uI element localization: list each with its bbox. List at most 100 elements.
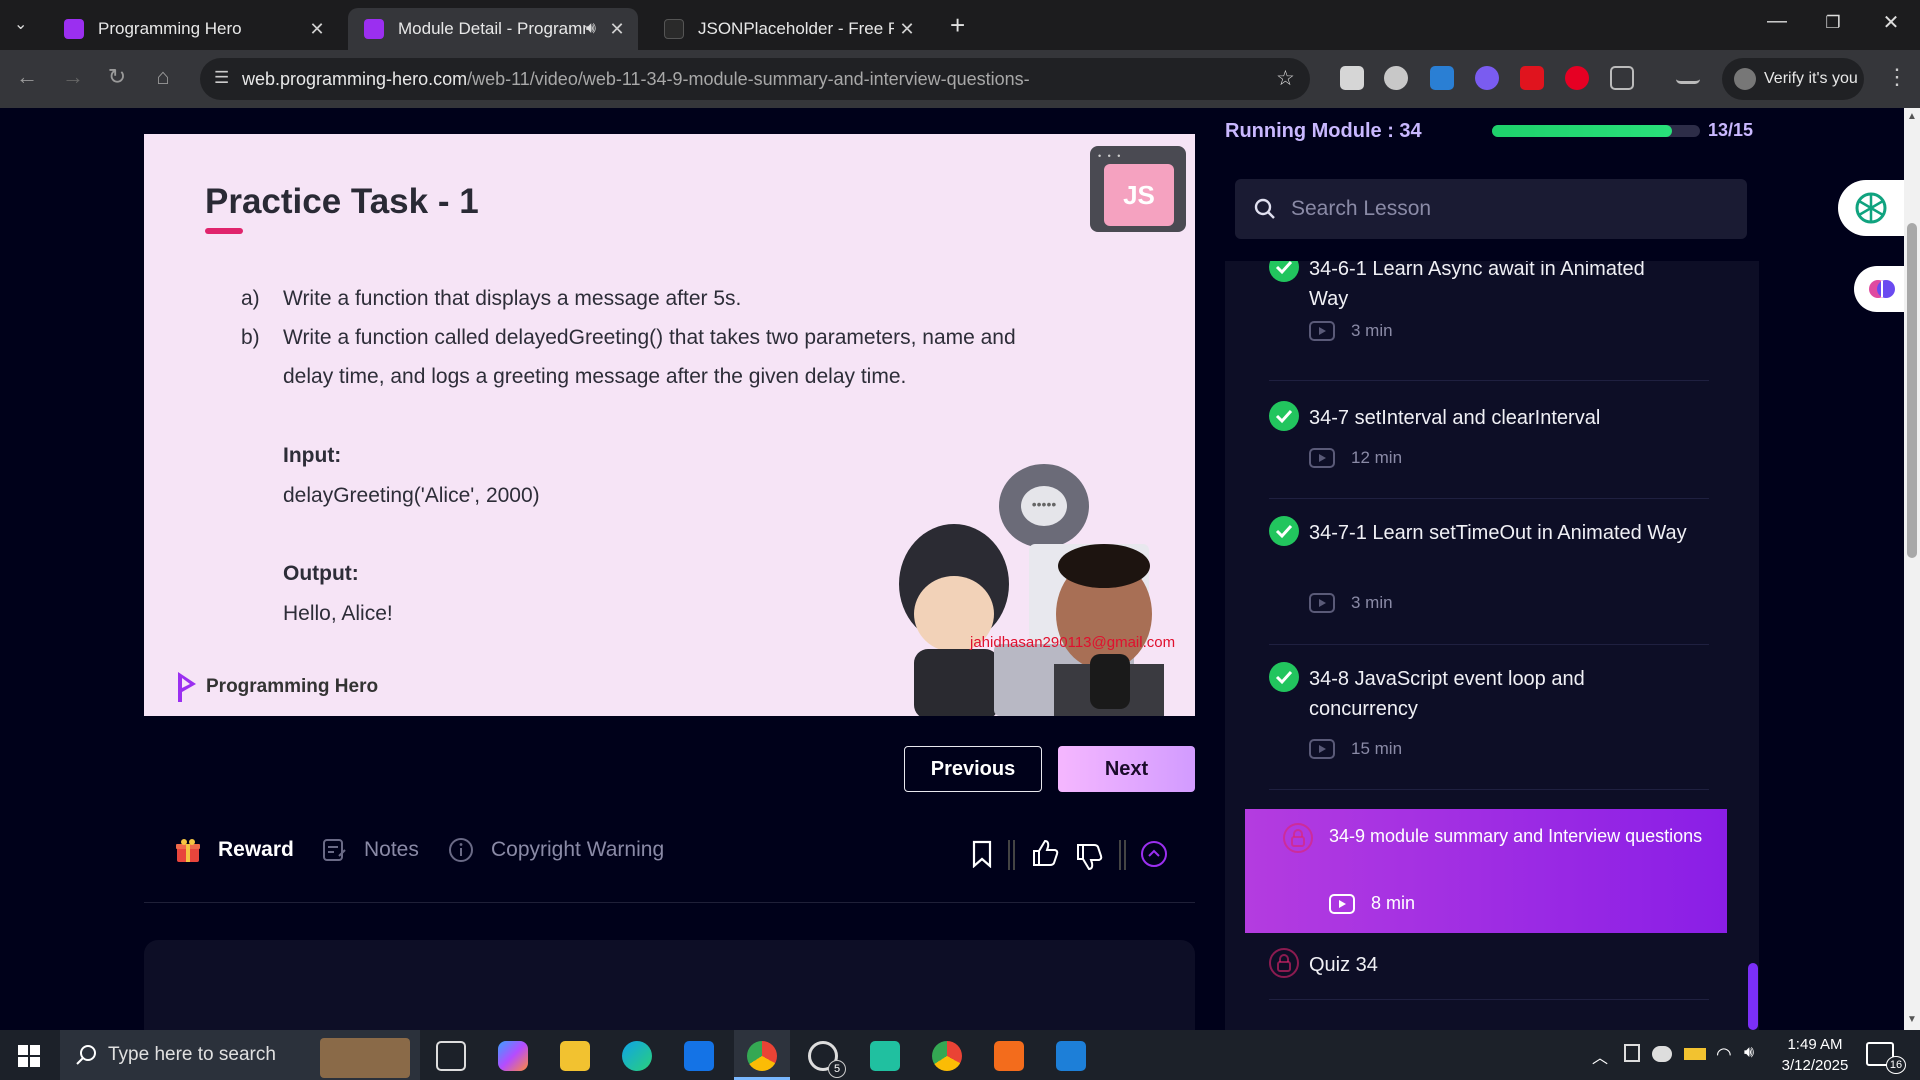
address-bar[interactable]: ☰ web.programming-hero.com/web-11/video/… xyxy=(200,58,1310,100)
lesson-item[interactable]: 34-8 JavaScript event loop and concurren… xyxy=(1269,662,1709,772)
thumbs-up-icon[interactable] xyxy=(1030,838,1060,868)
chatgpt-icon xyxy=(1855,192,1887,224)
restore-button[interactable]: ❐ xyxy=(1808,13,1858,33)
notification-count-badge: 16 xyxy=(1886,1056,1906,1074)
close-tab-icon[interactable]: ✕ xyxy=(604,19,630,40)
copyright-warning-button[interactable]: Copyright Warning xyxy=(447,836,664,864)
search-icon xyxy=(1254,198,1275,219)
input-label: Input: xyxy=(283,444,342,467)
next-button[interactable]: Next xyxy=(1058,746,1195,792)
extension-icon[interactable] xyxy=(1430,66,1454,90)
video-icon xyxy=(1329,893,1355,914)
title-underline xyxy=(205,228,243,234)
tab-programming-hero[interactable]: Programming Hero ✕ xyxy=(48,8,338,50)
lesson-action-bar: Reward Notes Copyright Warning xyxy=(144,828,1195,876)
new-tab-button[interactable]: + xyxy=(950,10,965,41)
module-progress-bar xyxy=(1492,125,1700,137)
lesson-search xyxy=(1235,179,1747,239)
completed-check-icon xyxy=(1269,261,1299,282)
lesson-list-scrollbar[interactable] xyxy=(1748,963,1758,1030)
thumbs-down-icon[interactable] xyxy=(1074,842,1104,872)
video-icon xyxy=(1309,739,1335,759)
lesson-item[interactable]: 34-7-1 Learn setTimeOut in Animated Way … xyxy=(1269,516,1709,626)
scrollbar-thumb[interactable] xyxy=(1907,223,1917,558)
tray-chevron-icon[interactable]: ︿ xyxy=(1592,1044,1608,1068)
list-divider xyxy=(1269,380,1709,381)
reward-button[interactable]: Reward xyxy=(174,836,294,864)
profile-button[interactable]: Verify it's you xyxy=(1722,58,1864,100)
forward-icon[interactable]: → xyxy=(58,64,88,90)
onedrive-icon[interactable] xyxy=(1652,1046,1672,1062)
reload-icon[interactable]: ↻ xyxy=(102,64,132,90)
vscode-icon[interactable] xyxy=(1056,1041,1086,1071)
media-control-icon[interactable] xyxy=(1676,66,1700,84)
lesson-item-quiz[interactable]: Quiz 34 xyxy=(1269,948,1709,988)
site-info-icon[interactable]: ☰ xyxy=(214,68,229,88)
volume-icon[interactable]: 🔊︎ xyxy=(1744,1044,1754,1062)
copilot-icon[interactable] xyxy=(498,1041,528,1071)
pinterest-icon[interactable] xyxy=(1565,66,1589,90)
acrobat-icon[interactable] xyxy=(1520,66,1544,90)
pycharm-icon[interactable] xyxy=(870,1041,900,1071)
scroll-down-arrow-icon[interactable]: ▼ xyxy=(1907,1014,1917,1025)
input-value: delayGreeting('Alice', 2000) xyxy=(283,484,540,507)
module-progress-count: 13/15 xyxy=(1708,120,1754,140)
list-divider xyxy=(1269,999,1709,1000)
tab-search-icon[interactable]: ⌄ xyxy=(14,14,27,34)
search-lesson-input[interactable] xyxy=(1291,179,1731,239)
close-window-button[interactable]: ✕ xyxy=(1866,10,1916,35)
chrome-taskbar-active[interactable] xyxy=(734,1030,790,1080)
bookmark-icon[interactable] xyxy=(970,840,994,868)
extensions-puzzle-icon[interactable] xyxy=(1610,66,1634,90)
chrome-icon xyxy=(747,1041,777,1071)
task-view-icon[interactable] xyxy=(436,1041,466,1071)
list-divider xyxy=(1269,644,1709,645)
previous-button[interactable]: Previous xyxy=(904,746,1042,792)
reading-list-icon[interactable] xyxy=(1340,66,1364,90)
video-icon xyxy=(1309,448,1335,468)
completed-check-icon xyxy=(1269,516,1299,546)
notes-button[interactable]: Notes xyxy=(320,836,419,864)
completed-check-icon xyxy=(1269,662,1299,692)
tab-module-detail[interactable]: Module Detail - Programmi 🔊︎ ✕ xyxy=(348,8,638,50)
back-icon[interactable]: ← xyxy=(12,64,42,90)
tray-device-icon[interactable] xyxy=(1624,1044,1640,1062)
microsoft-store-icon[interactable] xyxy=(684,1041,714,1071)
close-tab-icon[interactable]: ✕ xyxy=(894,19,920,40)
chrome-profile-icon[interactable] xyxy=(932,1041,962,1071)
lesson-item-active[interactable]: 34-9 module summary and Interview questi… xyxy=(1245,809,1727,933)
divider xyxy=(1119,840,1126,870)
slide-title: Practice Task - 1 xyxy=(205,182,479,221)
video-player[interactable]: Practice Task - 1 a) Write a function th… xyxy=(144,134,1195,716)
avatar xyxy=(1734,68,1756,90)
taskbar-clock[interactable]: 1:49 AM 3/12/2025 xyxy=(1760,1034,1870,1076)
lesson-item[interactable]: 34-7 setInterval and clearInterval 12 mi… xyxy=(1269,401,1709,491)
extension-icon[interactable] xyxy=(1384,66,1408,90)
file-explorer-icon[interactable] xyxy=(560,1041,590,1071)
close-tab-icon[interactable]: ✕ xyxy=(304,19,330,40)
collapse-up-icon[interactable] xyxy=(1140,840,1168,868)
windows-start-icon[interactable] xyxy=(18,1045,40,1067)
bookmark-star-icon[interactable]: ☆ xyxy=(1276,66,1295,91)
scroll-up-arrow-icon[interactable]: ▲ xyxy=(1907,111,1917,122)
jsonplaceholder-icon xyxy=(664,19,684,39)
module-progress-fill xyxy=(1492,125,1673,137)
speaker-icon[interactable]: 🔊︎ xyxy=(586,20,596,38)
video-icon xyxy=(1309,321,1335,341)
tab-jsonplaceholder[interactable]: JSONPlaceholder - Free Fake RE ✕ xyxy=(648,8,928,50)
edge-icon[interactable] xyxy=(622,1041,652,1071)
page-scrollbar[interactable]: ▲ ▼ xyxy=(1904,108,1920,1030)
presenter-illustration xyxy=(899,524,1164,716)
minimize-button[interactable]: — xyxy=(1752,10,1802,33)
extension-icon[interactable] xyxy=(1475,66,1499,90)
list-divider xyxy=(1269,498,1709,499)
menu-kebab-icon[interactable]: ⋮ xyxy=(1886,64,1908,90)
taskbar-search[interactable]: Type here to search xyxy=(60,1030,420,1080)
lesson-item[interactable]: 34-6-1 Learn Async await in Animated Way… xyxy=(1269,261,1709,362)
battery-icon[interactable] xyxy=(1684,1048,1706,1060)
wifi-icon[interactable]: ◠ xyxy=(1716,1044,1732,1065)
watermark-email: jahidhasan290113@gmail.com xyxy=(970,634,1176,651)
running-module-label: Running Module : 34 xyxy=(1225,120,1422,142)
xampp-icon[interactable] xyxy=(994,1041,1024,1071)
home-icon[interactable]: ⌂ xyxy=(148,64,178,90)
